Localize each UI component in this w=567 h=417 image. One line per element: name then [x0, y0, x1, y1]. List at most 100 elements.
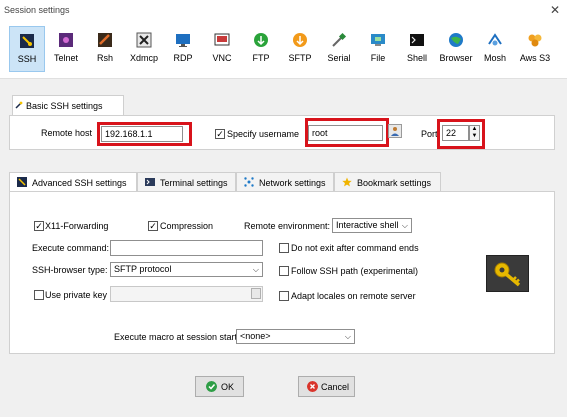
user-picker-button[interactable]: [388, 124, 402, 138]
remote-environment-value: Interactive shell: [336, 220, 399, 230]
session-type-serial[interactable]: Serial: [321, 26, 357, 72]
execute-macro-label: Execute macro at session start:: [114, 332, 240, 342]
ssh-browser-type-label: SSH-browser type:: [32, 265, 108, 275]
session-type-label: Telnet: [53, 53, 79, 63]
compression-checkbox[interactable]: ✓: [148, 221, 158, 231]
specify-username-checkbox[interactable]: ✓: [215, 129, 225, 139]
ssh-browser-type-value: SFTP protocol: [114, 264, 172, 274]
serial-icon: [332, 32, 347, 47]
compression-label: Compression: [160, 221, 214, 231]
tab-advanced-ssh-settings[interactable]: Advanced SSH settings: [9, 172, 137, 192]
remote-environment-select[interactable]: Interactive shell ⌵: [332, 218, 412, 233]
session-type-label: VNC: [212, 53, 232, 63]
session-type-label: Aws S3: [519, 53, 551, 63]
session-type-shell[interactable]: Shell: [399, 26, 435, 72]
session-type-label: Shell: [406, 53, 427, 63]
tab-terminal-settings[interactable]: Terminal settings: [137, 172, 236, 191]
session-type-label: RDP: [173, 53, 193, 63]
session-type-browser[interactable]: Browser: [438, 26, 474, 72]
session-type-xdmcp[interactable]: Xdmcp: [126, 26, 162, 72]
tab-basic-ssh-settings[interactable]: Basic SSH settings: [12, 95, 124, 115]
session-type-label: Rsh: [96, 53, 113, 63]
execute-macro-value: <none>: [240, 331, 271, 341]
cancel-button[interactable]: Cancel: [298, 376, 355, 397]
star-icon: [342, 177, 352, 187]
port-label: Port: [421, 129, 438, 139]
browser-icon: [449, 33, 463, 47]
session-type-aws-s3[interactable]: Aws S3: [514, 26, 556, 72]
session-type-mosh[interactable]: Mosh: [477, 26, 513, 72]
execute-command-input[interactable]: [110, 240, 263, 256]
spin-down-icon[interactable]: ▼: [470, 133, 479, 140]
xdmcp-icon: [136, 32, 152, 48]
adapt-locales-label: Adapt locales on remote server: [291, 291, 416, 301]
x11-forwarding-label: X11-Forwarding: [45, 221, 109, 231]
tab-label: Bookmark settings: [357, 178, 432, 188]
use-private-key-label: Use private key: [45, 290, 108, 300]
session-type-label: FTP: [252, 53, 270, 63]
chevron-down-icon: ⌵: [252, 265, 259, 274]
ftp-icon: [254, 33, 268, 47]
cancel-button-label: Cancel: [321, 382, 350, 392]
specify-username-label: Specify username: [227, 129, 300, 139]
ssh-icon: [20, 34, 34, 48]
session-type-rsh[interactable]: Rsh: [87, 26, 123, 72]
session-type-label: File: [370, 53, 386, 63]
port-input[interactable]: 22: [442, 125, 469, 141]
ok-button-label: OK: [221, 382, 235, 392]
adapt-locales-checkbox[interactable]: [279, 291, 289, 301]
session-type-label: Serial: [327, 53, 351, 63]
shell-icon: [410, 34, 424, 46]
ok-button[interactable]: OK: [195, 376, 244, 397]
tab-network-settings[interactable]: Network settings: [236, 172, 334, 191]
session-type-ftp[interactable]: FTP: [243, 26, 279, 72]
aws-s3-icon: [528, 34, 542, 47]
follow-ssh-path-checkbox[interactable]: [279, 266, 289, 276]
wrench-icon: [17, 177, 27, 187]
rdp-icon: [176, 34, 190, 47]
session-type-file[interactable]: File: [360, 26, 396, 72]
x11-forwarding-checkbox[interactable]: ✓: [34, 221, 44, 231]
session-type-rdp[interactable]: RDP: [165, 26, 201, 72]
session-type-vnc[interactable]: VNC: [204, 26, 240, 72]
tab-bookmark-settings[interactable]: Bookmark settings: [334, 172, 441, 191]
follow-ssh-path-label: Follow SSH path (experimental): [291, 266, 419, 276]
session-type-label: Xdmcp: [129, 53, 158, 63]
terminal-icon: [145, 178, 155, 186]
remote-host-label: Remote host: [41, 128, 93, 138]
ssh-browser-type-select[interactable]: SFTP protocol ⌵: [110, 262, 263, 277]
session-type-label: SSH: [17, 54, 37, 64]
port-spinner[interactable]: ▲ ▼: [469, 125, 480, 141]
session-type-sftp[interactable]: SFTP: [282, 26, 318, 72]
remote-host-input[interactable]: 192.168.1.1: [101, 126, 183, 142]
spin-up-icon[interactable]: ▲: [470, 126, 479, 133]
do-not-exit-checkbox[interactable]: [279, 243, 289, 253]
tab-label: Terminal settings: [160, 178, 228, 188]
private-key-input[interactable]: [110, 286, 263, 302]
session-type-ssh[interactable]: SSH: [9, 26, 45, 72]
execute-macro-select[interactable]: <none> ⌵: [236, 329, 355, 344]
username-input[interactable]: root: [308, 125, 383, 141]
close-icon[interactable]: ✕: [550, 3, 560, 17]
tab-label: Network settings: [259, 178, 326, 188]
network-icon: [244, 177, 254, 187]
browse-file-icon[interactable]: [251, 288, 261, 299]
window-title: Session settings: [4, 5, 70, 15]
session-type-toolbar: SSH Telnet Rsh Xdmcp RDP VNC FTP SFTP Se…: [0, 22, 567, 79]
tab-label: Basic SSH settings: [26, 101, 103, 111]
wrench-icon: [15, 101, 23, 109]
user-icon: [391, 127, 399, 136]
telnet-icon: [59, 33, 73, 47]
remote-environment-label: Remote environment:: [244, 221, 331, 231]
do-not-exit-label: Do not exit after command ends: [291, 243, 419, 253]
vnc-icon: [214, 33, 230, 46]
session-type-telnet[interactable]: Telnet: [48, 26, 84, 72]
tab-label: Advanced SSH settings: [32, 178, 127, 188]
key-icon: [486, 255, 529, 292]
session-type-label: SFTP: [288, 53, 312, 63]
session-type-label: Mosh: [483, 53, 506, 63]
session-type-label: Browser: [439, 53, 473, 63]
use-private-key-checkbox[interactable]: [34, 290, 44, 300]
rsh-icon: [98, 33, 112, 47]
chevron-down-icon: ⌵: [401, 221, 408, 230]
